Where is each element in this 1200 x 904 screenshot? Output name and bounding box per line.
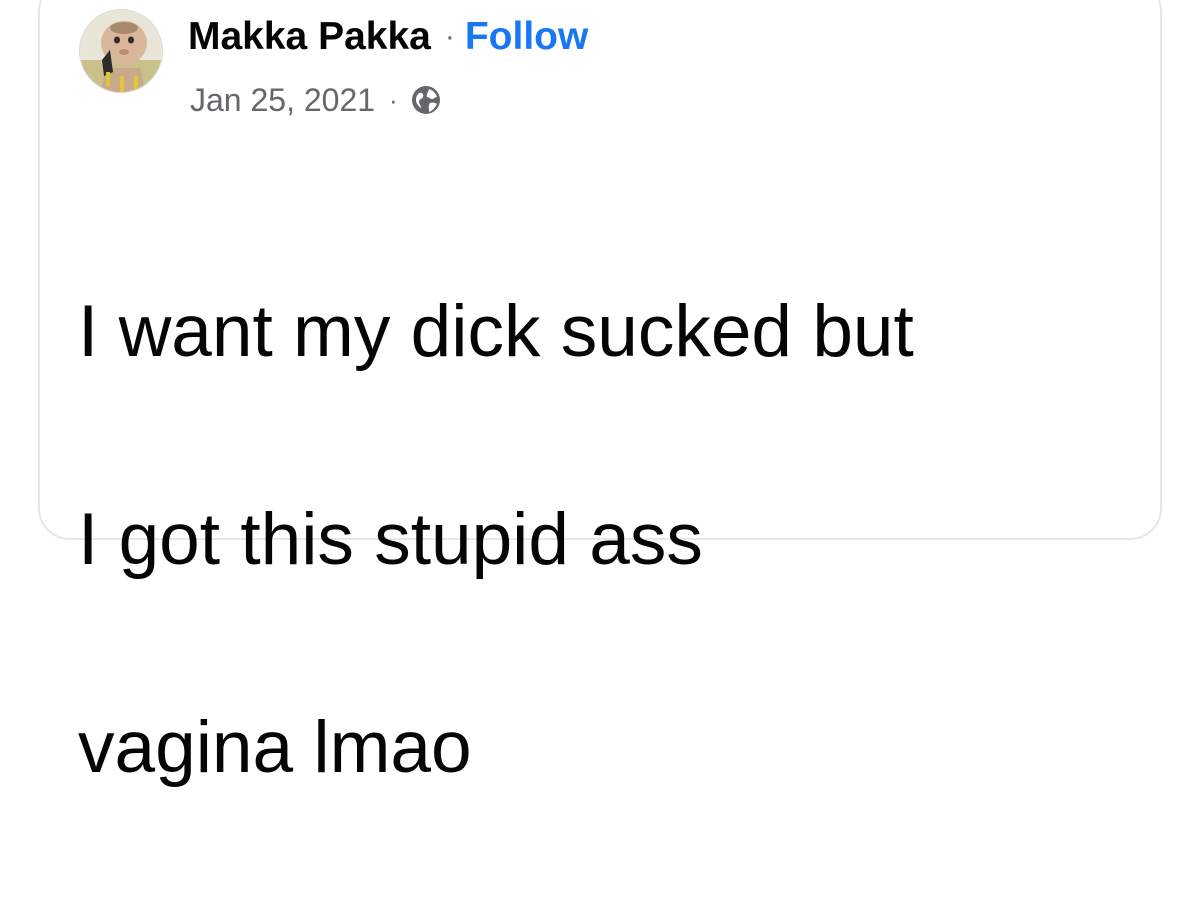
post-body: I want my dick sucked but I got this stu… bbox=[78, 176, 1138, 904]
name-separator: · bbox=[444, 20, 455, 53]
post-header: Makka Pakka · Follow bbox=[188, 14, 588, 60]
meta-separator: · bbox=[389, 84, 398, 115]
avatar[interactable] bbox=[79, 9, 163, 93]
post-body-line: I want my dick sucked but bbox=[78, 291, 914, 372]
post-date[interactable]: Jan 25, 2021 bbox=[190, 82, 375, 119]
post-body-line: vagina lmao bbox=[78, 707, 472, 788]
globe-icon bbox=[410, 84, 442, 116]
post-meta: Jan 25, 2021 · bbox=[190, 80, 442, 120]
avatar-image bbox=[80, 10, 162, 92]
author-name[interactable]: Makka Pakka bbox=[188, 15, 431, 59]
post-body-line: I got this stupid ass bbox=[78, 499, 703, 580]
follow-button[interactable]: Follow bbox=[465, 15, 588, 59]
